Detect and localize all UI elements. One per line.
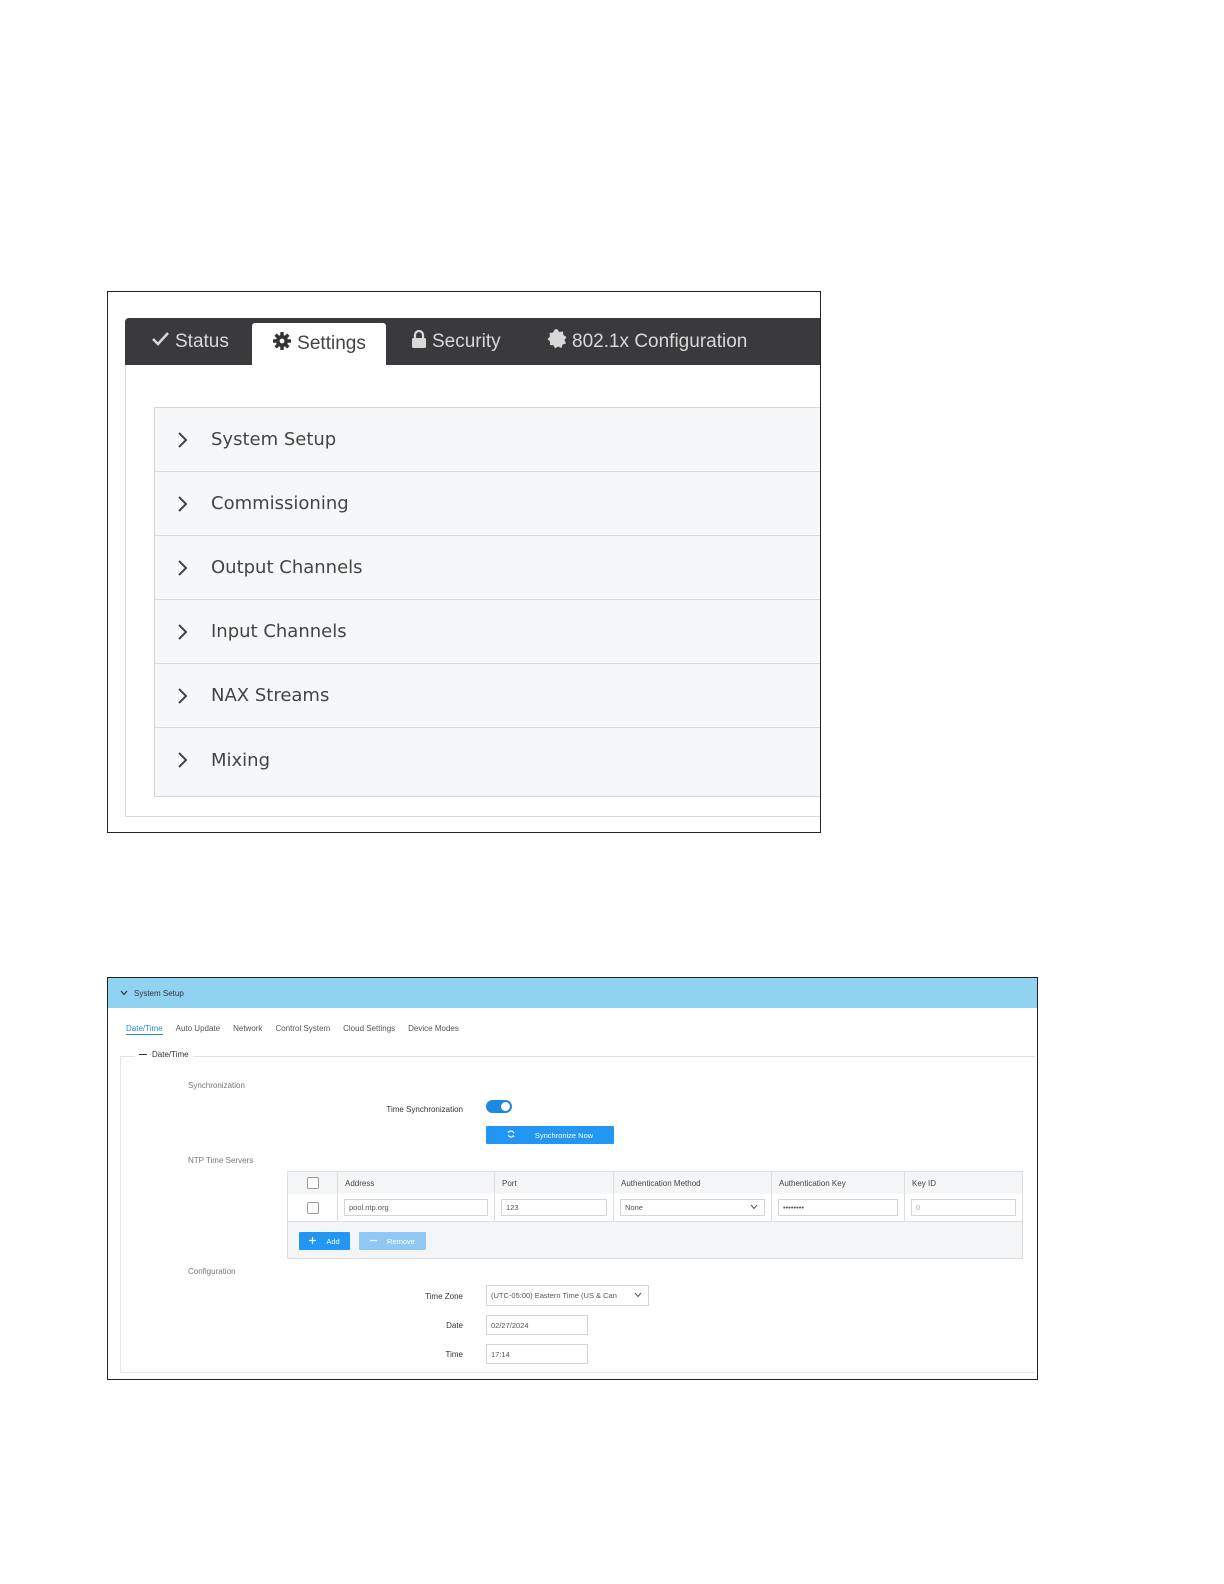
date-time-group-title: Date/Time: [152, 1050, 189, 1059]
system-setup-subtabs: Date/Time Auto Update Network Control Sy…: [126, 1024, 459, 1035]
time-input[interactable]: 17:14: [486, 1344, 588, 1364]
tab-settings-label: Settings: [297, 333, 366, 354]
badge-icon: [547, 328, 572, 355]
settings-screenshot: Status Settings Security 802.1x Configur…: [107, 291, 821, 833]
time-label: Time: [445, 1350, 463, 1359]
auth-key-input[interactable]: ••••••••: [778, 1199, 898, 1216]
port-input[interactable]: 123: [501, 1199, 607, 1216]
date-input[interactable]: 02/27/2024: [486, 1315, 588, 1335]
plus-icon: [309, 1236, 317, 1246]
key-id-cell: 0: [905, 1194, 1022, 1221]
ntp-servers-label: NTP Time Servers: [188, 1156, 254, 1165]
chevron-right-icon: [155, 431, 211, 449]
accordion-mixing[interactable]: Mixing: [155, 728, 820, 792]
accordion-label: Output Channels: [211, 557, 363, 578]
table-header: Address Port Authentication Method Authe…: [288, 1172, 1022, 1195]
tab-bar: Status Settings Security 802.1x Configur…: [125, 318, 820, 365]
date-time-group: Date/Time Synchronization Time Synchroni…: [120, 1050, 1035, 1373]
remove-button[interactable]: Remove: [359, 1232, 426, 1250]
port-cell: 123: [495, 1194, 614, 1221]
chevron-right-icon: [155, 623, 211, 641]
table-row: pool.ntp.org 123 None •••••••• 0: [288, 1194, 1022, 1222]
time-zone-value: (UTC-05:00) Eastern Time (US & Can: [491, 1291, 617, 1300]
remove-button-label: Remove: [387, 1236, 415, 1246]
row-checkbox[interactable]: [306, 1201, 319, 1214]
key-id-input[interactable]: 0: [911, 1199, 1016, 1216]
tab-802-1x-configuration[interactable]: 802.1x Configuration: [547, 318, 747, 365]
auth-method-cell: None: [614, 1194, 772, 1221]
settings-accordion: System Setup Commissioning Output Channe…: [154, 407, 820, 797]
chevron-right-icon: [155, 495, 211, 513]
select-all-cell: [288, 1172, 338, 1194]
column-address: Address: [338, 1172, 495, 1194]
chevron-down-icon: [750, 1203, 758, 1212]
system-setup-title: System Setup: [134, 988, 184, 998]
chevron-right-icon: [155, 687, 211, 705]
address-cell: pool.ntp.org: [338, 1194, 495, 1221]
time-zone-select[interactable]: (UTC-05:00) Eastern Time (US & Can: [486, 1285, 649, 1306]
column-key-id: Key ID: [912, 1178, 937, 1188]
subtab-auto-update[interactable]: Auto Update: [176, 1024, 220, 1035]
accordion-input-channels[interactable]: Input Channels: [155, 600, 820, 664]
column-auth-method: Authentication Method: [614, 1172, 772, 1194]
select-all-checkbox[interactable]: [306, 1177, 319, 1189]
collapse-icon: [139, 1054, 147, 1055]
time-sync-toggle[interactable]: [486, 1100, 512, 1113]
auth-method-select[interactable]: None: [620, 1199, 765, 1216]
synchronize-now-button[interactable]: Synchronize Now: [486, 1126, 614, 1144]
tab-status-label: Status: [175, 330, 229, 352]
accordion-commissioning[interactable]: Commissioning: [155, 472, 820, 536]
settings-panel: System Setup Commissioning Output Channe…: [125, 365, 820, 817]
accordion-label: NAX Streams: [211, 685, 330, 706]
add-button[interactable]: Add: [299, 1232, 350, 1250]
address-input[interactable]: pool.ntp.org: [344, 1199, 488, 1216]
time-sync-label: Time Synchronization: [386, 1105, 463, 1114]
row-select-cell: [288, 1194, 338, 1221]
auth-method-value: None: [625, 1203, 643, 1212]
check-icon: [151, 331, 175, 353]
chevron-down-icon: [634, 1291, 642, 1300]
ntp-actions: Add Remove: [299, 1232, 426, 1250]
chevron-right-icon: [155, 559, 211, 577]
tab-security[interactable]: Security: [411, 318, 501, 365]
subtab-date-time[interactable]: Date/Time: [126, 1024, 163, 1035]
accordion-nax-streams[interactable]: NAX Streams: [155, 664, 820, 728]
lock-icon: [411, 329, 432, 355]
add-button-label: Add: [326, 1236, 340, 1246]
tab-status[interactable]: Status: [151, 318, 229, 365]
tab-802-1x-configuration-label: 802.1x Configuration: [572, 330, 748, 352]
gear-icon: [272, 331, 297, 357]
synchronize-now-label: Synchronize Now: [534, 1130, 594, 1140]
column-auth-key: Authentication Key: [772, 1172, 905, 1194]
time-zone-label: Time Zone: [425, 1292, 463, 1301]
accordion-label: Commissioning: [211, 493, 349, 514]
toggle-knob: [501, 1102, 510, 1111]
accordion-output-channels[interactable]: Output Channels: [155, 536, 820, 600]
subtab-control-system[interactable]: Control System: [275, 1024, 330, 1035]
configuration-label: Configuration: [188, 1267, 236, 1276]
accordion-label: Mixing: [211, 749, 271, 771]
system-setup-header[interactable]: System Setup: [108, 978, 1037, 1008]
system-setup-screenshot: System Setup Date/Time Auto Update Netwo…: [107, 977, 1038, 1380]
synchronization-label: Synchronization: [188, 1081, 245, 1090]
tab-security-label: Security: [432, 330, 501, 352]
tab-settings[interactable]: Settings: [252, 323, 386, 365]
chevron-down-icon: [120, 989, 134, 998]
minus-icon: [370, 1237, 378, 1246]
subtab-network[interactable]: Network: [233, 1024, 262, 1035]
auth-key-cell: ••••••••: [772, 1194, 905, 1221]
refresh-icon: [507, 1130, 515, 1140]
ntp-servers-table: Address Port Authentication Method Authe…: [287, 1171, 1023, 1259]
date-label: Date: [446, 1321, 463, 1330]
column-port: Port: [495, 1172, 614, 1194]
subtab-device-modes[interactable]: Device Modes: [408, 1024, 459, 1035]
date-time-group-toggle[interactable]: Date/Time: [135, 1050, 193, 1059]
chevron-right-icon: [155, 751, 211, 769]
subtab-cloud-settings[interactable]: Cloud Settings: [343, 1024, 395, 1035]
accordion-label: Input Channels: [211, 621, 347, 642]
accordion-system-setup[interactable]: System Setup: [155, 408, 820, 472]
accordion-label: System Setup: [211, 429, 337, 450]
